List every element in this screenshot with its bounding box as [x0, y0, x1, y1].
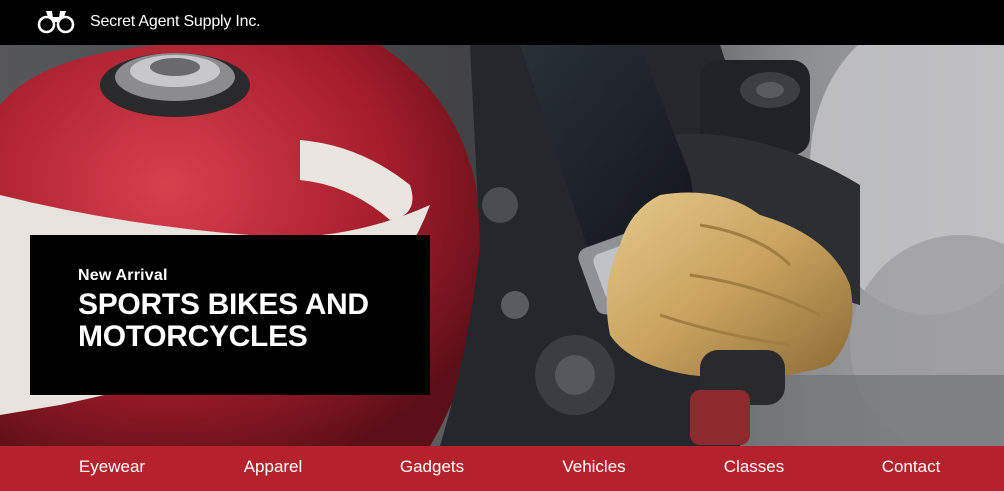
nav-item-apparel[interactable]: Apparel	[244, 446, 303, 491]
nav-item-eyewear[interactable]: Eyewear	[79, 446, 145, 491]
category-nav: Eyewear Apparel Gadgets Vehicles Classes…	[0, 446, 1004, 491]
promo-card[interactable]: New Arrival SPORTS BIKES AND MOTORCYCLES	[30, 235, 430, 395]
nav-item-contact[interactable]: Contact	[882, 446, 941, 491]
nav-item-classes[interactable]: Classes	[724, 446, 784, 491]
brand-name[interactable]: Secret Agent Supply Inc.	[90, 12, 261, 32]
binoculars-icon[interactable]	[37, 8, 75, 34]
hero-banner: New Arrival SPORTS BIKES AND MOTORCYCLES	[0, 45, 1004, 446]
nav-item-gadgets[interactable]: Gadgets	[400, 446, 464, 491]
promo-title: SPORTS BIKES AND MOTORCYCLES	[78, 288, 369, 353]
nav-item-vehicles[interactable]: Vehicles	[562, 446, 625, 491]
top-header: Secret Agent Supply Inc.	[0, 0, 1004, 45]
promo-kicker: New Arrival	[78, 267, 168, 284]
